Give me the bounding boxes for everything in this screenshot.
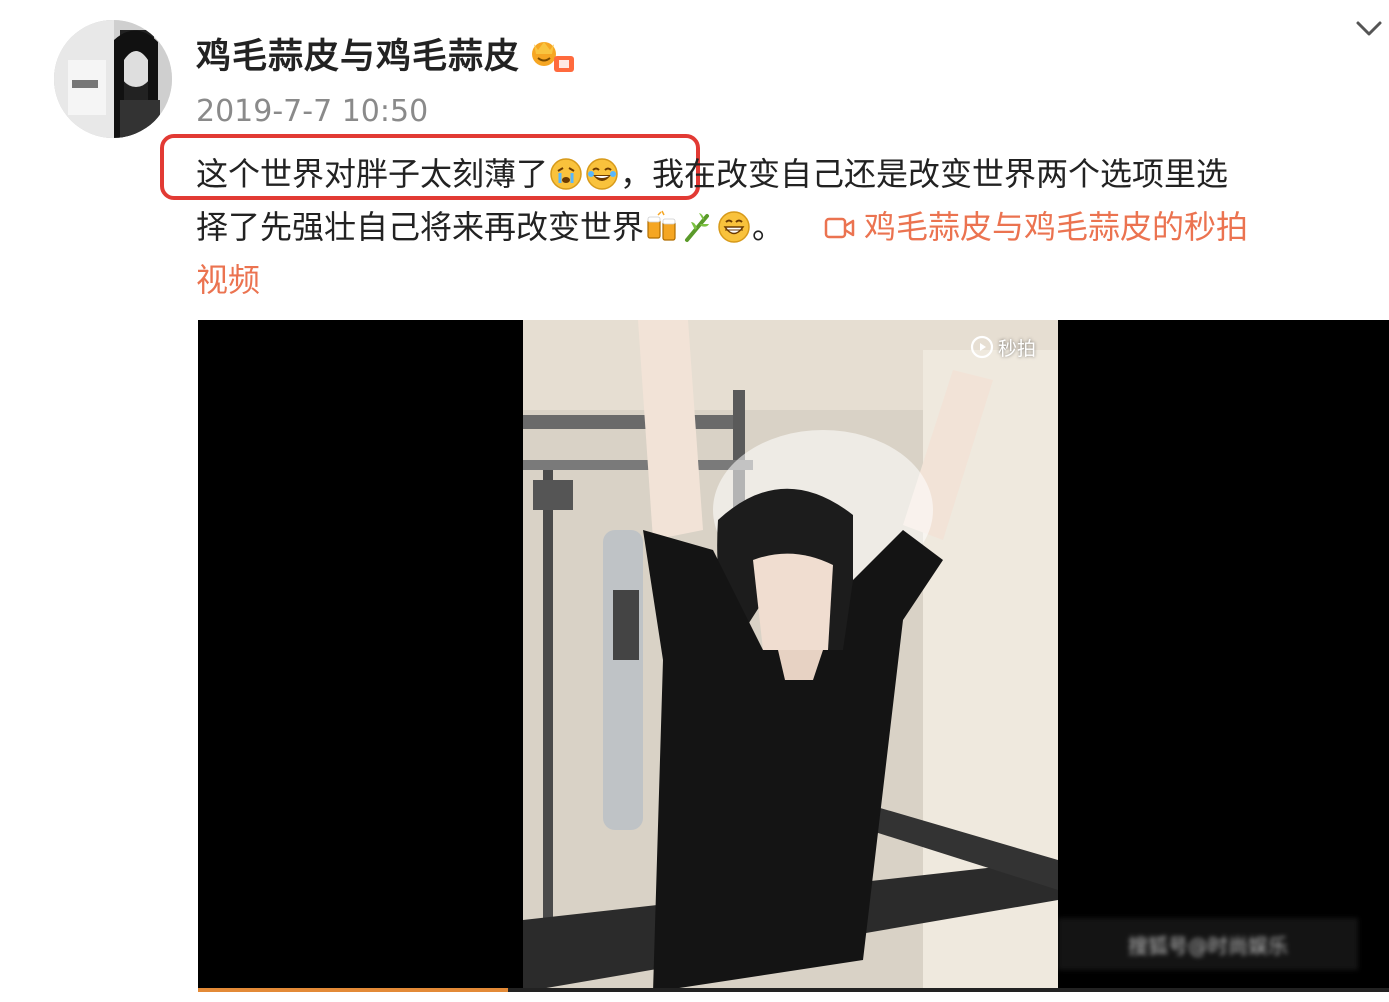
miaopai-logo: 秒拍 — [970, 332, 1036, 362]
crying-emoji — [550, 158, 582, 190]
blurred-watermark: 搜狐号@时尚娱乐 — [1058, 918, 1358, 970]
post-timestamp: 2019-7-7 10:50 — [196, 94, 429, 129]
avatar[interactable] — [54, 20, 172, 138]
highlighted-phrase: 这个世界对胖子太刻薄了 — [196, 155, 549, 193]
author-name[interactable]: 鸡毛蒜皮与鸡毛蒜皮 — [196, 28, 520, 79]
play-circle-icon — [970, 335, 994, 359]
video-progress-fill — [198, 988, 508, 992]
cheers-beer-emoji — [647, 210, 676, 241]
chevron-down-icon[interactable] — [1354, 18, 1384, 40]
video-link[interactable]: 鸡毛蒜皮与鸡毛蒜皮的秒拍 — [824, 208, 1248, 246]
post-line-3: 视频 — [196, 254, 1371, 307]
post-text-line2: 择了先强壮自己将来再改变世界 — [196, 208, 645, 246]
period: 。 — [752, 208, 785, 246]
video-thumbnail — [523, 320, 1058, 992]
video-camera-icon — [824, 217, 855, 239]
post-line-2: 择了先强壮自己将来再改变世界 。 鸡毛蒜皮与鸡毛蒜皮的秒拍 — [196, 201, 1371, 254]
video-player[interactable]: 秒拍 搜狐号@时尚娱乐 — [198, 320, 1389, 992]
comma: ， — [620, 155, 653, 193]
miaopai-brand: 秒拍 — [998, 337, 1037, 360]
post-text-line1-rest: 我在改变自己还是改变世界两个选项里选 — [652, 155, 1229, 193]
bamboo-emoji — [685, 213, 710, 242]
laughing-tears-emoji — [586, 158, 618, 190]
video-progress-bar[interactable] — [198, 988, 1389, 992]
video-link-label[interactable]: 鸡毛蒜皮与鸡毛蒜皮的秒拍 — [864, 208, 1248, 246]
video-link-label-cont[interactable]: 视频 — [196, 261, 260, 299]
vip-badge-icon — [532, 42, 574, 72]
post-text: 这个世界对胖子太刻薄了 ，我在改变自己还是改变世界两个选项里选 择了先强壮自己将… — [196, 148, 1371, 307]
watermark-text: 搜狐号@时尚娱乐 — [1128, 933, 1288, 958]
post-line-1: 这个世界对胖子太刻薄了 ，我在改变自己还是改变世界两个选项里选 — [196, 148, 1371, 201]
grin-emoji — [718, 211, 750, 243]
